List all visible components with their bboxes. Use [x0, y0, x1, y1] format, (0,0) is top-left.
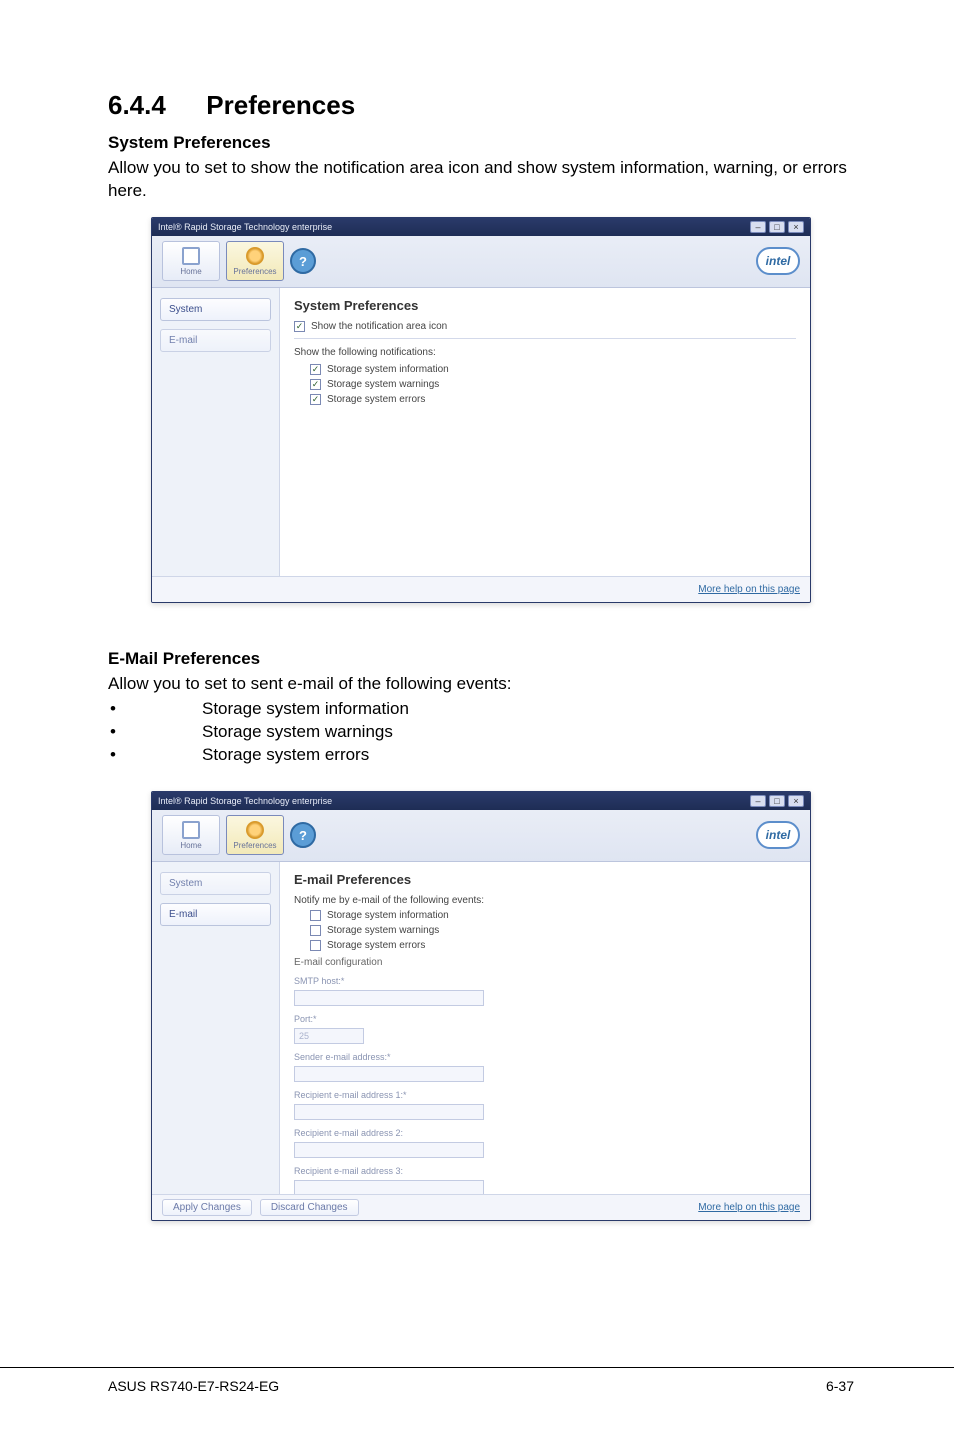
label-email-warn: Storage system warnings: [327, 925, 439, 936]
section-title: Preferences: [206, 90, 355, 121]
intel-logo-2: intel: [756, 821, 800, 849]
home-icon: [182, 247, 200, 265]
label-show-following: Show the following notifications:: [294, 347, 436, 358]
checkbox-email-info[interactable]: [310, 910, 321, 921]
input-port[interactable]: [294, 1028, 364, 1044]
window-minimize-button[interactable]: –: [750, 221, 766, 233]
footer-page-number: 6-37: [826, 1378, 854, 1394]
label-show-icon: Show the notification area icon: [311, 321, 447, 332]
home-icon-2: [182, 821, 200, 839]
label-recip1: Recipient e-mail address 1:*: [294, 1090, 796, 1100]
gear-icon-2: [246, 821, 264, 839]
label-recip3: Recipient e-mail address 3:: [294, 1166, 796, 1176]
checkbox-show-icon[interactable]: [294, 321, 305, 332]
label-sys-err: Storage system errors: [327, 394, 425, 405]
window-close-button-2[interactable]: ×: [788, 795, 804, 807]
screenshot-email-preferences: Intel® Rapid Storage Technology enterpri…: [151, 791, 811, 1221]
window-maximize-button-2[interactable]: □: [769, 795, 785, 807]
gear-icon: [246, 247, 264, 265]
window-minimize-button-2[interactable]: –: [750, 795, 766, 807]
toolbar-preferences-button[interactable]: Preferences: [226, 241, 284, 281]
checkbox-sys-info[interactable]: [310, 364, 321, 375]
input-recip3[interactable]: [294, 1180, 484, 1194]
sys-pref-description: Allow you to set to show the notificatio…: [108, 157, 854, 203]
page-footer: ASUS RS740-E7-RS24-EG 6-37: [0, 1367, 954, 1394]
window-maximize-button[interactable]: □: [769, 221, 785, 233]
label-email-err: Storage system errors: [327, 940, 425, 951]
label-sender: Sender e-mail address:*: [294, 1052, 796, 1062]
input-recip2[interactable]: [294, 1142, 484, 1158]
label-notify: Notify me by e-mail of the following eve…: [294, 895, 484, 906]
side-navigation-2: System E-mail: [152, 862, 280, 1194]
bullet-err: Storage system errors: [108, 744, 854, 767]
label-sys-warn: Storage system warnings: [327, 379, 439, 390]
input-sender[interactable]: [294, 1066, 484, 1082]
toolbar-home-button-2[interactable]: Home: [162, 815, 220, 855]
label-smtp: SMTP host:*: [294, 976, 796, 986]
help-link[interactable]: More help on this page: [698, 584, 800, 595]
label-port: Port:*: [294, 1014, 796, 1024]
checkbox-sys-err[interactable]: [310, 394, 321, 405]
bullet-info: Storage system information: [108, 698, 854, 721]
checkbox-sys-warn[interactable]: [310, 379, 321, 390]
toolbar-preferences-button-2[interactable]: Preferences: [226, 815, 284, 855]
nav-tab-system[interactable]: System: [160, 298, 271, 321]
input-recip1[interactable]: [294, 1104, 484, 1120]
apply-button[interactable]: Apply Changes: [162, 1199, 252, 1216]
input-smtp[interactable]: [294, 990, 484, 1006]
side-navigation: System E-mail: [152, 288, 280, 576]
footer-product: ASUS RS740-E7-RS24-EG: [108, 1378, 279, 1394]
nav-tab-system-2[interactable]: System: [160, 872, 271, 895]
help-disk-icon-2[interactable]: ?: [290, 822, 316, 848]
section-number: 6.4.4: [108, 90, 166, 121]
email-pref-heading: E-Mail Preferences: [108, 649, 854, 669]
help-link-2[interactable]: More help on this page: [698, 1202, 800, 1213]
window-close-button[interactable]: ×: [788, 221, 804, 233]
panel-title-system: System Preferences: [294, 298, 796, 313]
checkbox-email-err[interactable]: [310, 940, 321, 951]
toolbar-preferences-label-2: Preferences: [233, 841, 276, 850]
sys-pref-heading: System Preferences: [108, 133, 854, 153]
label-sys-info: Storage system information: [327, 364, 449, 375]
bullet-warn: Storage system warnings: [108, 721, 854, 744]
label-email-info: Storage system information: [327, 910, 449, 921]
checkbox-email-warn[interactable]: [310, 925, 321, 936]
screenshot-system-preferences: Intel® Rapid Storage Technology enterpri…: [151, 217, 811, 603]
window-title-2: Intel® Rapid Storage Technology enterpri…: [158, 796, 750, 806]
label-email-config: E-mail configuration: [294, 957, 796, 968]
panel-title-email: E-mail Preferences: [294, 872, 796, 887]
toolbar-home-label-2: Home: [180, 841, 201, 850]
label-recip2: Recipient e-mail address 2:: [294, 1128, 796, 1138]
window-title: Intel® Rapid Storage Technology enterpri…: [158, 222, 750, 232]
nav-tab-email[interactable]: E-mail: [160, 329, 271, 352]
intel-logo: intel: [756, 247, 800, 275]
toolbar-preferences-label: Preferences: [233, 267, 276, 276]
toolbar-home-label: Home: [180, 267, 201, 276]
email-pref-description: Allow you to set to sent e-mail of the f…: [108, 673, 854, 696]
discard-button[interactable]: Discard Changes: [260, 1199, 359, 1216]
nav-tab-email-2[interactable]: E-mail: [160, 903, 271, 926]
help-disk-icon[interactable]: ?: [290, 248, 316, 274]
toolbar-home-button[interactable]: Home: [162, 241, 220, 281]
